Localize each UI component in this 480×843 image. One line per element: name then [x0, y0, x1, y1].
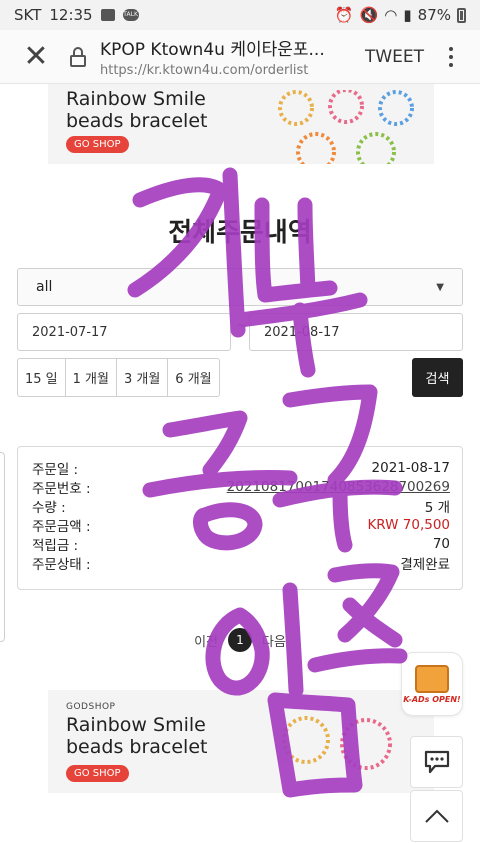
order-date-label: 주문일 :	[32, 461, 79, 478]
order-number-row: 주문번호 : 20210817001740853628700269	[32, 477, 450, 497]
status-label: 주문상태 :	[32, 556, 91, 573]
status-value: 결제완료	[400, 556, 450, 573]
order-date-value: 2021-08-17	[371, 459, 450, 476]
alarm-icon: ⏰	[334, 6, 354, 24]
top-banner[interactable]: Rainbow Smile beads bracelet GO SHOP	[48, 84, 434, 164]
next-page-link[interactable]: 다음	[262, 631, 286, 650]
address-area[interactable]: KPOP Ktown4u 케이타운포... https://kr.ktown4u…	[100, 35, 365, 78]
pagination: 이전 1 다음	[0, 628, 480, 652]
period-1-month-button[interactable]: 1 개월	[66, 359, 117, 396]
wifi-icon: ◠	[384, 6, 398, 24]
order-status-select[interactable]: all ▼	[17, 268, 463, 306]
battery-icon	[457, 7, 466, 23]
k-ads-label: K-ADs OPEN!	[403, 694, 461, 704]
date-separator: ~	[236, 318, 248, 334]
points-label: 적립금 :	[32, 537, 79, 554]
message-icon	[100, 9, 115, 21]
status-row: 주문상태 : 결제완료	[32, 553, 450, 573]
carrier-label: SKT	[14, 6, 42, 24]
current-page[interactable]: 1	[228, 628, 252, 652]
tab-title: KPOP Ktown4u 케이타운포...	[100, 40, 325, 60]
url-text: https://kr.ktown4u.com/orderlist	[100, 63, 309, 78]
period-6-months-button[interactable]: 6 개월	[168, 359, 218, 396]
side-drawer-handle[interactable]	[0, 452, 5, 642]
banner-line-1: Rainbow Smile	[66, 88, 206, 110]
battery-percent: 87%	[417, 6, 451, 24]
lock-icon[interactable]	[68, 45, 88, 69]
order-date-row: 주문일 : 2021-08-17	[32, 458, 450, 478]
banner-line-2: beads bracelet	[66, 736, 208, 758]
amount-label: 주문금액 :	[32, 518, 91, 535]
date-to-input[interactable]: 2021-08-17	[249, 313, 463, 351]
banner-line-1: Rainbow Smile	[66, 714, 206, 736]
order-card[interactable]: 주문일 : 2021-08-17 주문번호 : 2021081700174085…	[17, 446, 463, 590]
amount-value: KRW 70,500	[367, 516, 450, 533]
bracelet-image	[278, 90, 414, 164]
go-shop-button[interactable]: GO SHOP	[66, 136, 129, 153]
chat-button[interactable]	[410, 736, 463, 788]
close-icon[interactable]: ✕	[14, 30, 58, 84]
tweet-button[interactable]: TWEET	[365, 47, 424, 67]
points-row: 적립금 : 70	[32, 534, 450, 554]
search-button[interactable]: 검색	[412, 358, 463, 397]
select-value: all	[36, 279, 53, 295]
points-value: 70	[432, 535, 450, 552]
period-buttons: 15 일 1 개월 3 개월 6 개월	[17, 358, 220, 397]
ad-sign-icon	[415, 664, 449, 693]
banner-brand: GODSHOP	[66, 702, 116, 712]
bottom-banner[interactable]: GODSHOP Rainbow Smile beads bracelet GO …	[48, 690, 434, 793]
amount-row: 주문금액 : KRW 70,500	[32, 515, 450, 535]
mute-icon: 🔇	[359, 6, 379, 24]
status-bar: SKT 12:35 TALK ⏰ 🔇 ◠ ▮ 87%	[0, 0, 480, 30]
more-options-icon[interactable]	[438, 46, 464, 67]
order-number-label: 주문번호 :	[32, 480, 91, 497]
page-title: 전체주문내역	[168, 218, 312, 248]
browser-toolbar: ✕ KPOP Ktown4u 케이타운포... https://kr.ktown…	[0, 30, 480, 84]
quantity-row: 수량 : 5 개	[32, 496, 450, 516]
chevron-down-icon: ▼	[436, 281, 444, 293]
chat-bubble-icon	[424, 750, 449, 774]
date-from-input[interactable]: 2021-07-17	[17, 313, 231, 351]
talk-icon: TALK	[122, 9, 139, 21]
go-shop-button[interactable]: GO SHOP	[66, 765, 129, 782]
bracelet-image	[282, 716, 392, 770]
banner-line-2: beads bracelet	[66, 110, 208, 132]
period-3-months-button[interactable]: 3 개월	[117, 359, 169, 396]
scroll-top-button[interactable]	[410, 790, 463, 842]
order-number-link[interactable]: 20210817001740853628700269	[227, 479, 450, 495]
quantity-label: 수량 :	[32, 499, 66, 516]
prev-page-link[interactable]: 이전	[194, 631, 218, 650]
signal-icon: ▮	[403, 6, 412, 24]
clock: 12:35	[49, 6, 93, 24]
quantity-value: 5 개	[424, 499, 450, 516]
period-15-days-button[interactable]: 15 일	[18, 359, 66, 396]
chevron-up-icon	[424, 809, 449, 823]
k-ads-floating-button[interactable]: K-ADs OPEN!	[401, 652, 463, 716]
